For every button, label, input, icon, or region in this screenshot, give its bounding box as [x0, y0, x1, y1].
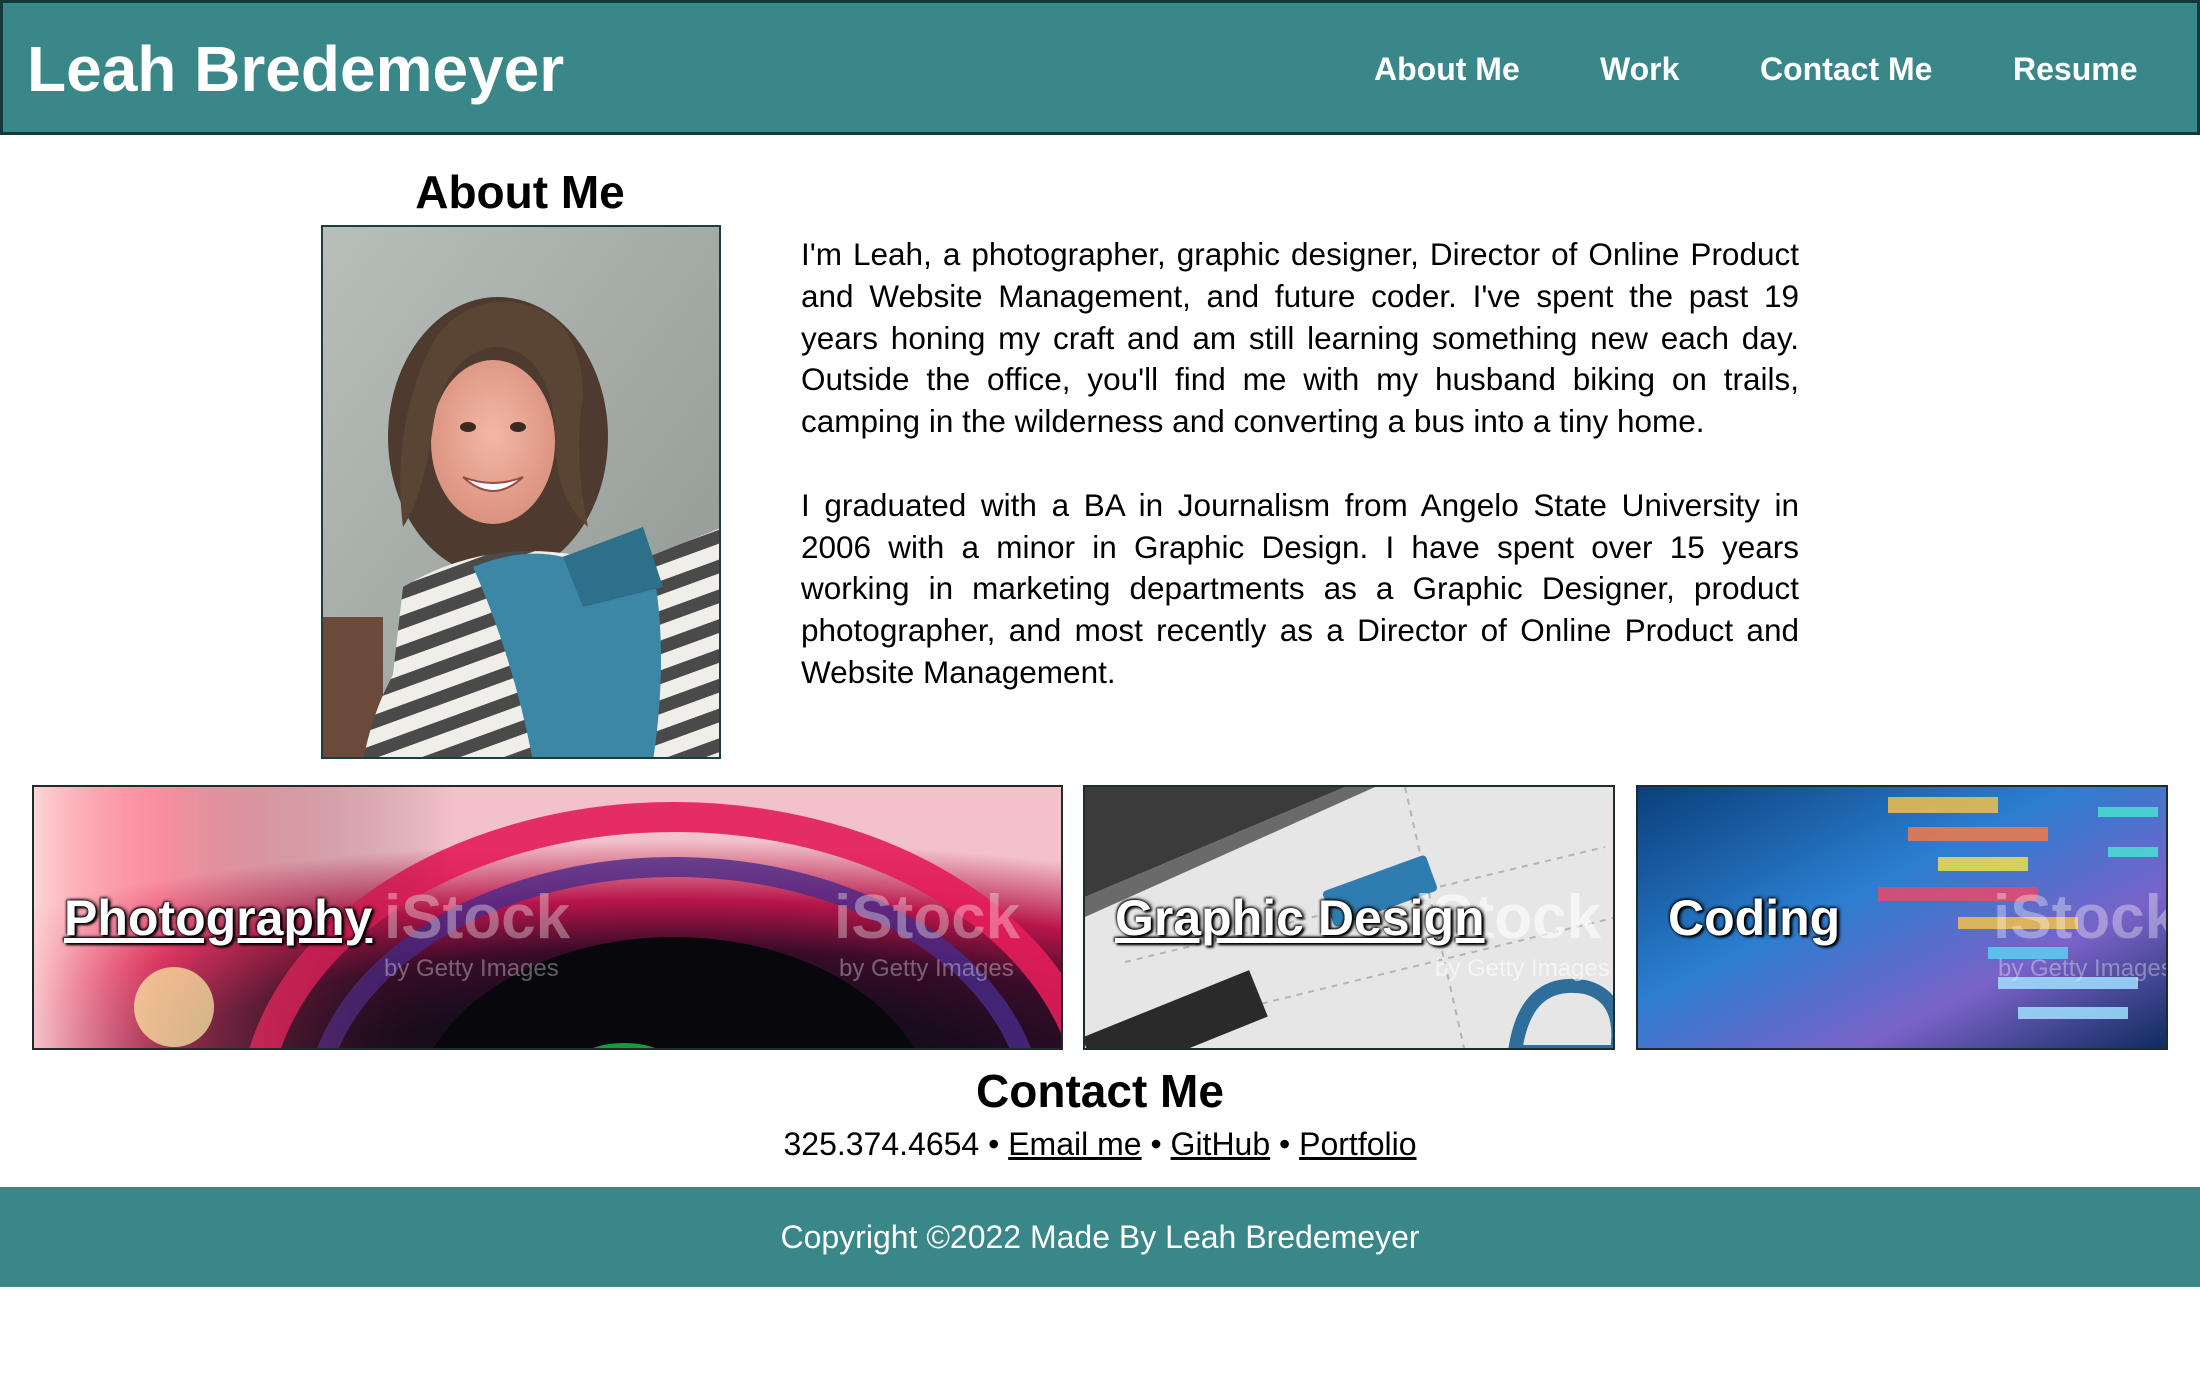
watermark-sub: by Getty Images: [1998, 955, 2168, 982]
work-tile-photography[interactable]: iStock iStock by Getty Images by Getty I…: [32, 785, 1063, 1050]
site-header: Leah Bredemeyer About Me Work Contact Me…: [0, 0, 2200, 135]
github-link[interactable]: GitHub: [1171, 1126, 1271, 1162]
watermark: iStock: [834, 883, 1021, 952]
tile-label-graphic-design[interactable]: Graphic Design: [1115, 889, 1485, 947]
tile-label-photography[interactable]: Photography: [64, 889, 372, 947]
watermark-sub: by Getty Images: [839, 955, 1014, 982]
phone-number: 325.374.4654: [783, 1126, 980, 1162]
tile-label-coding[interactable]: Coding: [1668, 889, 1840, 947]
separator: •: [1279, 1126, 1291, 1162]
profile-photo: [321, 225, 721, 759]
separator: •: [988, 1126, 1000, 1162]
copyright-text: Copyright ©2022 Made By Leah Bredemeyer: [780, 1219, 1420, 1255]
about-paragraph-2: I graduated with a BA in Journalism from…: [801, 486, 1799, 690]
profile-photo-image: [323, 227, 719, 757]
watermark-sub: by Getty Images: [384, 955, 559, 982]
contact-info: 325.374.4654 • Email me • GitHub • Portf…: [0, 1124, 2200, 1164]
watermark: iStock: [384, 883, 571, 952]
site-title: Leah Bredemeyer: [27, 33, 565, 105]
about-heading: About Me: [415, 166, 625, 218]
nav-link-about-me[interactable]: About Me: [1374, 49, 1520, 89]
email-link[interactable]: Email me: [1008, 1126, 1141, 1162]
contact-heading: Contact Me: [976, 1065, 1224, 1117]
about-paragraph-1: I'm Leah, a photographer, graphic design…: [801, 236, 1799, 440]
work-tile-graphic-design[interactable]: iStock by Getty Images Graphic Design: [1083, 785, 1615, 1050]
portfolio-link[interactable]: Portfolio: [1299, 1126, 1416, 1162]
nav-link-contact-me[interactable]: Contact Me: [1760, 49, 1932, 89]
site-footer: Copyright ©2022 Made By Leah Bredemeyer: [0, 1187, 2200, 1287]
watermark: iStock: [1993, 883, 2168, 952]
nav-link-work[interactable]: Work: [1600, 49, 1679, 89]
watermark-sub: by Getty Images: [1435, 955, 1610, 982]
work-tile-coding[interactable]: iStock by Getty Images Coding: [1636, 785, 2168, 1050]
nav-link-resume[interactable]: Resume: [2013, 49, 2138, 89]
about-text: I'm Leah, a photographer, graphic design…: [801, 234, 1799, 736]
separator: •: [1150, 1126, 1162, 1162]
